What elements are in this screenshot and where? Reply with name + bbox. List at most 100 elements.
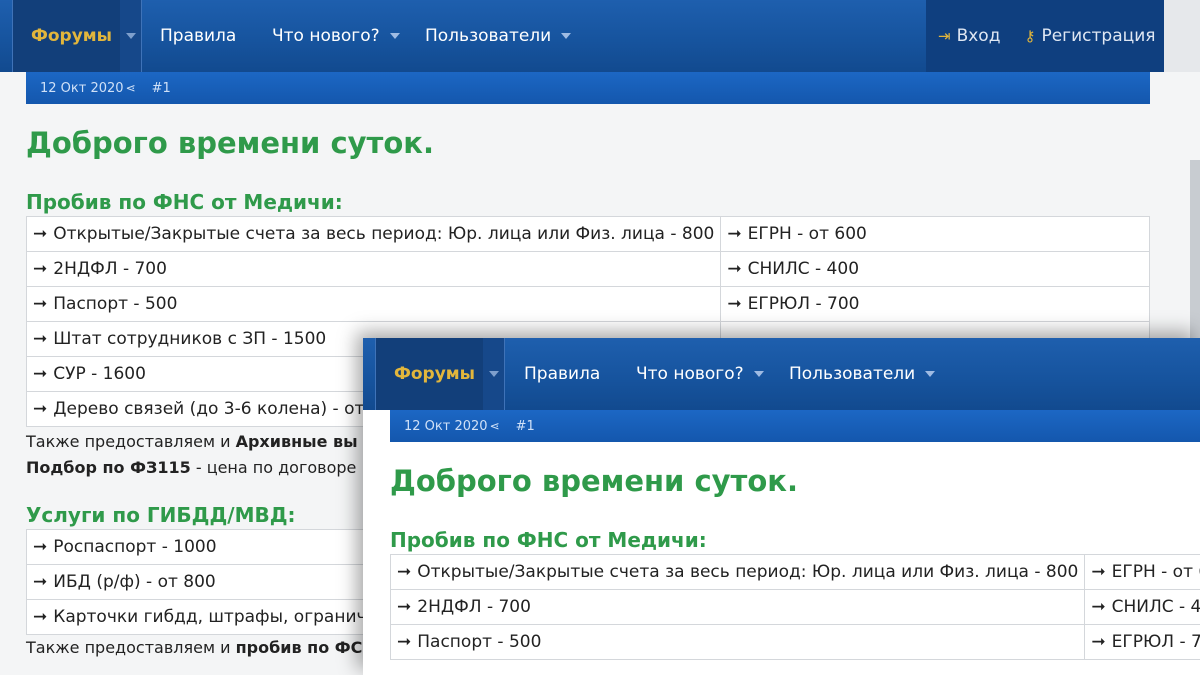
- arrow-right-icon: ➞: [33, 294, 48, 314]
- table-cell: ➞ Открытые/Закрытые счета за весь период:…: [25, 216, 722, 252]
- cell-text: СНИЛС - 400: [747, 259, 860, 279]
- arrow-right-icon: ➞: [397, 597, 412, 617]
- post-header: 12 Окт 2020 ⋖ #1: [26, 72, 1150, 104]
- nav-forums[interactable]: Форумы: [12, 0, 142, 72]
- arrow-right-icon: ➞: [33, 224, 48, 244]
- nav-whats-new-label: Что нового?: [272, 26, 380, 46]
- chevron-down-icon: [488, 371, 499, 377]
- cell-text: Паспорт - 500: [53, 294, 178, 314]
- arrow-right-icon: ➞: [397, 632, 412, 652]
- arrow-right-icon: ➞: [33, 329, 48, 349]
- cell-text: Открытые/Закрытые счета за весь период: …: [53, 224, 715, 244]
- cell-text: Роспаспорт - 1000: [53, 537, 217, 557]
- also2-text: Также предоставляем и: [26, 638, 236, 657]
- also-text: Также предоставляем и: [26, 432, 236, 451]
- arrow-right-icon: ➞: [397, 562, 412, 582]
- table-row: ➞ Открытые/Закрытые счета за весь период:…: [389, 554, 1200, 590]
- table-cell: ➞ЕГРЮЛ - 700: [720, 286, 1150, 322]
- nav-account: ⇥ Вход ⚷ Регистрация: [926, 0, 1164, 72]
- arrow-right-icon: ➞: [727, 294, 742, 314]
- nav-users[interactable]: Пользователи: [425, 0, 572, 72]
- section-fns-title: Пробив по ФНС от Медичи:: [26, 190, 343, 214]
- table-cell: ➞ЕГРЮЛ - 700: [1084, 624, 1200, 660]
- arrow-right-icon: ➞: [33, 537, 48, 557]
- register-link[interactable]: ⚷ Регистрация: [1024, 26, 1155, 46]
- podbor-rest: - цена по договоре: [190, 458, 357, 477]
- login-icon: ⇥: [938, 27, 951, 45]
- cell-text: ЕГРН - от 600: [747, 224, 867, 244]
- top-navbar: Форумы Правила Что нового? Пользователи …: [0, 0, 1164, 72]
- share-icon[interactable]: ⋖: [490, 419, 500, 433]
- nav-rules[interactable]: Правила: [524, 338, 600, 410]
- share-icon[interactable]: ⋖: [126, 81, 136, 95]
- nav-forums[interactable]: Форумы: [375, 338, 505, 410]
- table-row: ➞ Открытые/Закрытые счета за весь период:…: [25, 216, 1150, 252]
- table-cell: ➞ 2НДФЛ - 700: [25, 251, 722, 287]
- arrow-right-icon: ➞: [33, 259, 48, 279]
- table-row: ➞2НДФЛ - 700 ➞СНИЛС - 400: [389, 589, 1200, 625]
- chevron-down-icon: [925, 371, 936, 377]
- chevron-down-icon: [389, 33, 400, 39]
- post-date[interactable]: 12 Окт 2020: [40, 81, 124, 96]
- cell-text: Штат сотрудников с ЗП - 1500: [53, 329, 327, 349]
- table-cell: ➞ Открытые/Закрытые счета за весь период:…: [389, 554, 1086, 590]
- chevron-down-icon: [561, 33, 572, 39]
- greeting: Доброго времени суток.: [26, 126, 434, 160]
- nav-whats-new[interactable]: Что нового?: [636, 338, 764, 410]
- nav-forums-dropdown[interactable]: [120, 0, 141, 72]
- arrow-right-icon: ➞: [1091, 632, 1106, 652]
- post-body: Доброго времени суток. Пробив по ФНС от …: [389, 442, 1200, 660]
- nav-rules-label: Правила: [524, 364, 601, 384]
- arrow-right-icon: ➞: [727, 259, 742, 279]
- table-cell: ➞ Паспорт - 500: [25, 286, 722, 322]
- nav-forums-label: Форумы: [394, 364, 476, 384]
- table-cell: ➞ЕГРН - от 600: [1084, 554, 1200, 590]
- cell-text: Открытые/Закрытые счета за весь период: …: [417, 562, 1079, 582]
- cell-text: ЕГРЮЛ - 700: [747, 294, 860, 314]
- login-label: Вход: [956, 26, 1001, 46]
- cell-text: ИБД (р/ф) - от 800: [53, 572, 216, 592]
- table-cell: ➞ 2НДФЛ - 700: [389, 589, 1086, 625]
- nav-users-label: Пользователи: [425, 26, 552, 46]
- also-bold: Архивные вы: [235, 432, 358, 451]
- nav-rules[interactable]: Правила: [160, 0, 236, 72]
- nav-forums-label: Форумы: [31, 26, 113, 46]
- cell-text: 2НДФЛ - 700: [417, 597, 531, 617]
- arrow-right-icon: ➞: [33, 607, 48, 627]
- front-screenshot: Форумы Правила Что нового? Пользователи …: [363, 338, 1200, 675]
- arrow-right-icon: ➞: [33, 364, 48, 384]
- table-cell: ➞ Паспорт - 500: [389, 624, 1086, 660]
- nav-users[interactable]: Пользователи: [789, 338, 936, 410]
- post-date[interactable]: 12 Окт 2020: [404, 419, 488, 434]
- arrow-right-icon: ➞: [33, 572, 48, 592]
- nav-users-label: Пользователи: [789, 364, 916, 384]
- cell-text: 2НДФЛ - 700: [53, 259, 167, 279]
- table-cell: ➞СНИЛС - 400: [1084, 589, 1200, 625]
- cell-text: СУР - 1600: [53, 364, 146, 384]
- nav-whats-new[interactable]: Что нового?: [272, 0, 400, 72]
- arrow-right-icon: ➞: [33, 399, 48, 419]
- cell-text: СНИЛС - 400: [1111, 597, 1200, 617]
- fns-price-table: ➞ Открытые/Закрытые счета за весь период:…: [389, 554, 1200, 660]
- nav-rules-label: Правила: [160, 26, 237, 46]
- section-fns-title: Пробив по ФНС от Медичи:: [390, 528, 707, 552]
- chevron-down-icon: [125, 33, 136, 39]
- post-number[interactable]: #1: [152, 81, 171, 96]
- cell-text: ЕГРН - от 600: [1111, 562, 1200, 582]
- table-row: ➞2НДФЛ - 700 ➞СНИЛС - 400: [25, 251, 1150, 287]
- post-header: 12 Окт 2020 ⋖ #1: [390, 410, 1200, 442]
- arrow-right-icon: ➞: [727, 224, 742, 244]
- cell-text: ЕГРЮЛ - 700: [1111, 632, 1200, 652]
- podbor-bold: Подбор по ФЗ115: [26, 458, 191, 477]
- table-cell: ➞СНИЛС - 400: [720, 251, 1150, 287]
- login-link[interactable]: ⇥ Вход: [938, 26, 1000, 46]
- post-number[interactable]: #1: [516, 419, 535, 434]
- top-navbar: Форумы Правила Что нового? Пользователи: [363, 338, 1200, 410]
- arrow-right-icon: ➞: [1091, 597, 1106, 617]
- scrollbar[interactable]: [1190, 160, 1200, 360]
- window-edge: [1164, 0, 1200, 72]
- table-row: ➞Паспорт - 500 ➞ЕГРЮЛ - 700: [389, 624, 1200, 660]
- nav-forums-dropdown[interactable]: [483, 338, 504, 410]
- key-icon: ⚷: [1024, 27, 1036, 45]
- nav-whats-new-label: Что нового?: [636, 364, 744, 384]
